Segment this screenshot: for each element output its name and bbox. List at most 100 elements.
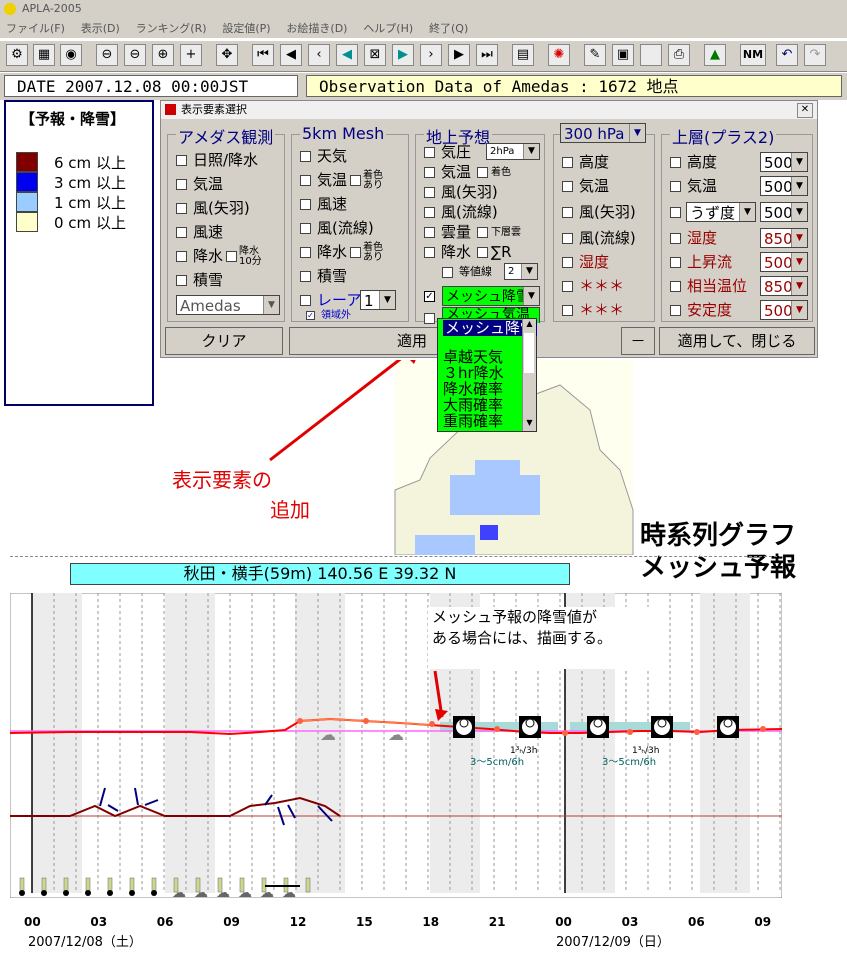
upper-updraft[interactable]: 上昇流 [670, 251, 732, 273]
scroll-down-icon[interactable]: ▼ [523, 418, 536, 431]
menu-exit[interactable]: 終了(Q) [423, 18, 474, 38]
checkbox[interactable] [176, 275, 187, 286]
checkbox[interactable] [562, 207, 573, 218]
print-icon[interactable]: ⎙ [668, 44, 690, 66]
dropdown-option[interactable]: 重雨確率 [443, 413, 503, 429]
checkbox[interactable] [424, 187, 435, 198]
stop-icon[interactable]: ⊠ [364, 44, 386, 66]
globe-icon[interactable]: ◉ [60, 44, 82, 66]
checkbox[interactable] [424, 147, 435, 158]
checkbox[interactable] [477, 227, 489, 238]
checkbox[interactable] [670, 207, 681, 218]
palette-icon[interactable]: ✎ [584, 44, 606, 66]
checkbox[interactable] [562, 233, 573, 244]
upper-vorticity-select[interactable]: 500 ▼ [760, 202, 808, 222]
checkbox[interactable] [300, 247, 311, 258]
checkbox[interactable] [670, 257, 681, 268]
table-icon[interactable]: ▤ [512, 44, 534, 66]
upper-stability[interactable]: 安定度 [670, 299, 732, 321]
level-humidity[interactable]: 湿度 [562, 251, 609, 273]
checkbox[interactable] [350, 247, 362, 258]
checkbox[interactable] [562, 305, 573, 316]
sun-icon[interactable]: ✺ [548, 44, 570, 66]
amedas-sun-rain[interactable]: 日照/降水 [176, 149, 258, 171]
vorticity-select[interactable]: うず度 ▼ [686, 202, 756, 222]
upper-theta-e-select[interactable]: 850 ▼ [760, 276, 808, 296]
ground-isoline[interactable]: 等値線 [442, 261, 492, 283]
checkbox[interactable] [442, 266, 453, 278]
zoom-in-small-icon[interactable]: + [180, 44, 202, 66]
map-icon[interactable]: ▲ [704, 44, 726, 66]
mesh-temp[interactable]: 気温 着色 あり [300, 169, 383, 191]
last-frame-icon[interactable]: ⏭ [476, 44, 498, 66]
redo-icon[interactable]: ↷ [804, 44, 826, 66]
checkbox[interactable] [424, 227, 435, 238]
forward-step-icon[interactable]: ▶ [448, 44, 470, 66]
pressure-step-select[interactable]: 2hPa ▼ [486, 143, 540, 160]
first-frame-icon[interactable]: ⏮ [252, 44, 274, 66]
level-select[interactable]: 300 hPa ▼ [560, 123, 646, 143]
checkbox[interactable] [477, 167, 489, 178]
save-icon[interactable]: ▣ [612, 44, 634, 66]
mesh-snow[interactable]: 積雪 [300, 265, 347, 287]
menu-help[interactable]: ヘルプ(H) [357, 18, 419, 38]
dropdown-option[interactable]: 大雨確率 [443, 397, 503, 413]
upper-stability-select[interactable]: 500 ▼ [760, 300, 808, 320]
mesh-wind-speed[interactable]: 風速 [300, 193, 347, 215]
checkbox[interactable] [670, 157, 681, 168]
clear-button[interactable]: クリア [165, 327, 283, 355]
upper-temp-select[interactable]: 500 ▼ [760, 176, 808, 196]
level-temp[interactable]: 気温 [562, 175, 609, 197]
level-asterisk-1[interactable]: ＊＊＊ [562, 275, 624, 297]
level-height[interactable]: 高度 [562, 151, 609, 173]
menu-file[interactable]: ファイル(F) [0, 18, 71, 38]
center-icon[interactable]: ✥ [216, 44, 238, 66]
checkbox[interactable] [350, 175, 362, 186]
dropdown-option[interactable]: 卓越天気 [443, 349, 503, 365]
level-wind-barb[interactable]: 風(矢羽) [562, 201, 636, 223]
upper-updraft-select[interactable]: 500 ▼ [760, 252, 808, 272]
dropdown-option[interactable]: 降水確率 [443, 381, 503, 397]
close-icon[interactable]: ✕ [797, 103, 813, 118]
checkbox[interactable] [562, 257, 573, 268]
ground-precip[interactable]: 降水 ∑R [424, 241, 512, 263]
ground-pressure[interactable]: 気圧 [424, 141, 471, 163]
checkbox[interactable] [562, 157, 573, 168]
amedas-select[interactable]: Amedas ▼ [176, 295, 280, 315]
play-back-icon[interactable]: ◀ [336, 44, 358, 66]
zoom-out-icon[interactable]: ⊖ [124, 44, 146, 66]
minus-button[interactable]: － [621, 327, 655, 355]
ground-streamline[interactable]: 風(流線) [424, 201, 498, 223]
element-select[interactable]: メッシュ降雪 ▼ [442, 286, 540, 306]
scroll-thumb[interactable] [524, 333, 534, 373]
checkbox[interactable] [670, 181, 681, 192]
amedas-wind-barb[interactable]: 風(矢羽) [176, 197, 250, 219]
checkbox[interactable] [670, 233, 681, 244]
checkbox[interactable] [176, 155, 187, 166]
menu-draw[interactable]: お絵描き(D) [280, 18, 353, 38]
checkbox[interactable] [424, 207, 435, 218]
ground-temp[interactable]: 気温 着色 [424, 161, 511, 183]
checkbox[interactable] [300, 175, 311, 186]
mesh-precip[interactable]: 降水 着色 あり [300, 241, 383, 263]
amedas-temp[interactable]: 気温 [176, 173, 223, 195]
scroll-up-icon[interactable]: ▲ [523, 319, 536, 332]
nm-button[interactable]: NM [740, 44, 766, 66]
level-streamline[interactable]: 風(流線) [562, 227, 636, 249]
mesh-weather[interactable]: 天気 [300, 145, 347, 167]
checkbox[interactable] [670, 281, 681, 292]
grid-icon[interactable]: ▦ [33, 44, 55, 66]
ground-cloud[interactable]: 雲量 下層雲 [424, 221, 521, 243]
amedas-precip[interactable]: 降水 降水 10分 [176, 245, 262, 267]
settings-icon[interactable]: ⚙ [6, 44, 28, 66]
checkbox[interactable] [300, 151, 311, 162]
checkbox[interactable] [176, 251, 187, 262]
checkbox[interactable] [300, 271, 311, 282]
undo-icon[interactable]: ↶ [776, 44, 798, 66]
upper-vorticity[interactable] [670, 201, 687, 223]
dropdown-scrollbar[interactable]: ▲ ▼ [522, 319, 536, 431]
checkbox[interactable] [477, 247, 489, 258]
radar-select[interactable]: 1 ▼ [360, 290, 396, 310]
amedas-snow[interactable]: 積雪 [176, 269, 223, 291]
checkbox[interactable] [176, 179, 187, 190]
